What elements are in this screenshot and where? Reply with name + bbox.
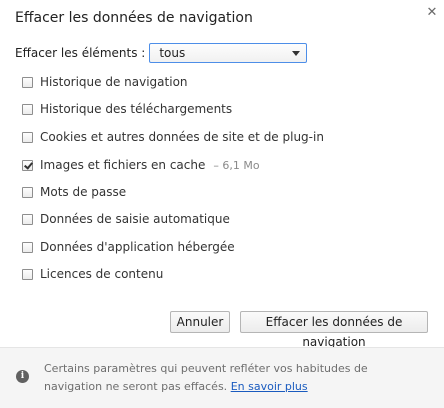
- option-label: Cookies et autres données de site et de …: [40, 130, 324, 144]
- chevron-down-icon: [292, 51, 301, 56]
- learn-more-link[interactable]: En savoir plus: [231, 380, 308, 393]
- option-label: Mots de passe: [40, 185, 127, 199]
- checkbox[interactable]: [22, 103, 33, 115]
- info-icon: i: [16, 370, 29, 383]
- time-range-select[interactable]: tous: [149, 43, 308, 63]
- option-label: Historique de navigation: [40, 75, 188, 89]
- cancel-button[interactable]: Annuler: [170, 311, 230, 333]
- option-label: Historique des téléchargements: [40, 102, 233, 116]
- dialog-title: Effacer les données de navigation: [15, 10, 253, 26]
- cache-size: – 6,1 Mo: [213, 158, 260, 172]
- footer-text: Certains paramètres qui peuvent refléter…: [44, 360, 424, 396]
- option-label: Données d'application hébergée: [40, 240, 235, 254]
- option-label: Données de saisie automatique: [40, 212, 230, 226]
- clear-data-button[interactable]: Effacer les données de navigation: [240, 311, 428, 349]
- checkbox[interactable]: [22, 268, 33, 280]
- option-label: Licences de contenu: [40, 267, 164, 281]
- option-label: Images et fichiers en cache: [40, 158, 206, 172]
- option-autofill[interactable]: Données de saisie automatique: [22, 212, 230, 226]
- checkbox[interactable]: [22, 241, 33, 253]
- clear-browsing-data-dialog: Effacer les données de navigation ✕ Effa…: [0, 0, 444, 408]
- time-range-label: Effacer les éléments :: [15, 46, 146, 60]
- option-download-history[interactable]: Historique des téléchargements: [22, 102, 232, 116]
- checkbox-checked[interactable]: [22, 159, 33, 171]
- option-browsing-history[interactable]: Historique de navigation: [22, 75, 188, 89]
- checkbox[interactable]: [22, 76, 33, 88]
- footer-message: Certains paramètres qui peuvent refléter…: [44, 362, 368, 393]
- close-icon[interactable]: ✕: [425, 6, 439, 20]
- checkbox[interactable]: [22, 131, 33, 143]
- time-range-row: Effacer les éléments : tous: [15, 43, 308, 63]
- option-content-licenses[interactable]: Licences de contenu: [22, 267, 163, 281]
- option-hosted-app-data[interactable]: Données d'application hébergée: [22, 240, 235, 254]
- option-cookies[interactable]: Cookies et autres données de site et de …: [22, 130, 324, 144]
- time-range-value: tous: [159, 46, 186, 60]
- option-cache[interactable]: Images et fichiers en cache – 6,1 Mo: [22, 158, 260, 172]
- checkbox[interactable]: [22, 213, 33, 225]
- footer-notice: i Certains paramètres qui peuvent reflét…: [0, 347, 444, 408]
- option-passwords[interactable]: Mots de passe: [22, 185, 126, 199]
- checkbox[interactable]: [22, 186, 33, 198]
